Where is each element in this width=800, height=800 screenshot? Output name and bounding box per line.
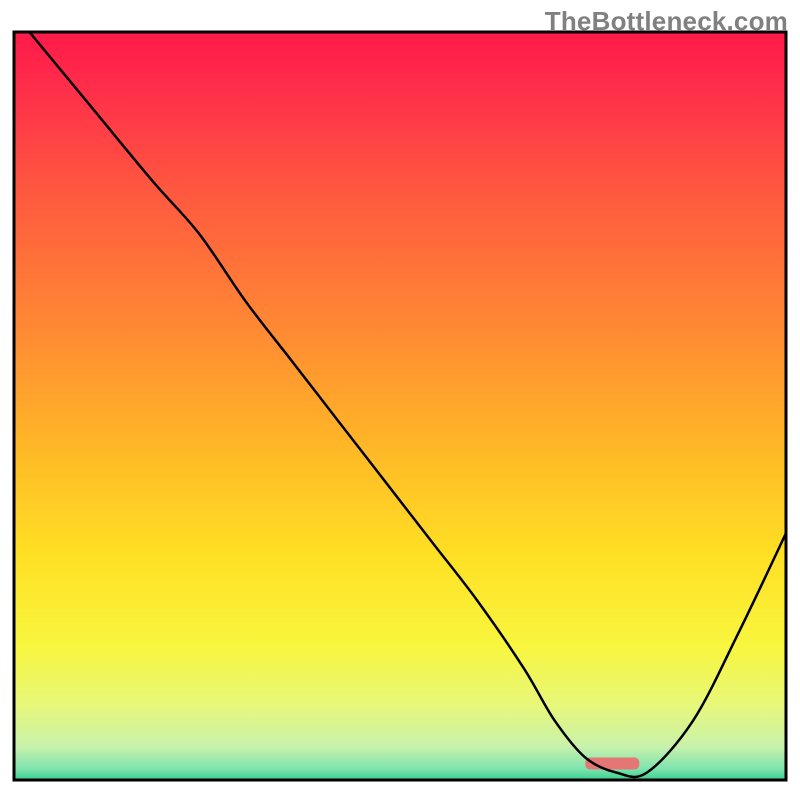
watermark-text: TheBottleneck.com <box>545 6 788 37</box>
chart-frame: TheBottleneck.com <box>0 0 800 800</box>
bottleneck-curve-chart <box>0 0 800 800</box>
plot-background <box>14 32 786 780</box>
